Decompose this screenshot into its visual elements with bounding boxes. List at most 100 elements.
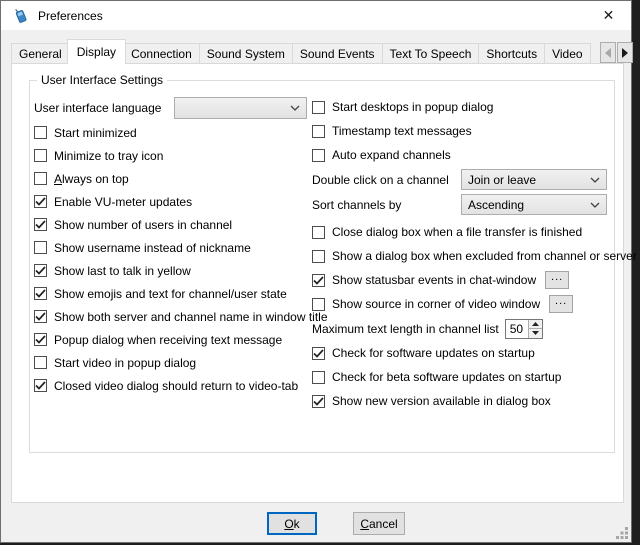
window-title: Preferences: [38, 9, 103, 23]
checkbox[interactable]: [312, 125, 325, 138]
tab-scroll-buttons: [599, 42, 633, 63]
tab[interactable]: Text To Speech: [382, 43, 480, 64]
checkbox-row[interactable]: Close dialog box when a file transfer is…: [312, 220, 627, 244]
checkbox[interactable]: [312, 274, 325, 287]
checkbox[interactable]: [312, 149, 325, 162]
chevron-down-icon: [590, 202, 600, 208]
checkbox-row[interactable]: Show last to talk in yellow: [34, 259, 312, 282]
checkbox-row[interactable]: Closed video dialog should return to vid…: [34, 374, 312, 397]
checkbox-row[interactable]: Show statusbar events in chat-window ...: [312, 268, 627, 292]
arrow-left-icon: [605, 48, 611, 58]
checkbox-row[interactable]: Enable VU-meter updates: [34, 190, 312, 213]
checkbox-row[interactable]: Show username instead of nickname: [34, 236, 312, 259]
checkbox-row[interactable]: Start desktops in popup dialog: [312, 95, 627, 119]
tab[interactable]: Video: [544, 43, 590, 64]
checkbox-row[interactable]: Check for beta software updates on start…: [312, 365, 627, 389]
checkbox-row[interactable]: Always on top: [34, 167, 312, 190]
double-click-row: Double click on a channel Join or leave: [312, 167, 627, 192]
double-click-combobox[interactable]: Join or leave: [461, 169, 607, 190]
tab[interactable]: Sound Events: [292, 43, 383, 64]
checkbox[interactable]: [312, 226, 325, 239]
checkbox[interactable]: [312, 101, 325, 114]
checkbox[interactable]: [34, 241, 47, 254]
checkbox-label: Show username instead of nickname: [54, 241, 251, 255]
tab[interactable]: Display: [67, 39, 126, 64]
checkbox-row[interactable]: Timestamp text messages: [312, 119, 627, 143]
tab-label: Sound Events: [300, 47, 375, 61]
tab[interactable]: Shortcuts: [478, 43, 545, 64]
checkmark-icon: [313, 276, 324, 285]
tab-label: Display: [77, 45, 116, 59]
checkbox-row[interactable]: Show new version available in dialog box: [312, 389, 627, 413]
checkbox-row[interactable]: Popup dialog when receiving text message: [34, 328, 312, 351]
spin-up-button[interactable]: [529, 320, 542, 330]
checkbox[interactable]: [34, 287, 47, 300]
checkbox[interactable]: [312, 250, 325, 263]
checkbox[interactable]: [34, 195, 47, 208]
checkbox[interactable]: [34, 356, 47, 369]
checkbox-label: Closed video dialog should return to vid…: [54, 379, 298, 393]
checkbox-label: Start minimized: [54, 126, 137, 140]
checkbox-label: Start video in popup dialog: [54, 356, 196, 370]
checkbox-label: Always on top: [54, 172, 129, 186]
checkbox-label: Check for beta software updates on start…: [332, 370, 561, 384]
max-text-length-spinbox[interactable]: 50: [505, 319, 543, 339]
tab[interactable]: Connection: [123, 43, 200, 64]
tab-scroll-right-button[interactable]: [617, 42, 633, 63]
language-combobox[interactable]: [174, 97, 307, 119]
ellipsis-button[interactable]: ...: [545, 271, 569, 289]
checkbox[interactable]: [34, 149, 47, 162]
checkbox-row[interactable]: Auto expand channels: [312, 143, 627, 167]
checkbox[interactable]: [312, 298, 325, 311]
sort-channels-combobox[interactable]: Ascending: [461, 194, 607, 215]
sort-channels-row: Sort channels by Ascending: [312, 192, 627, 217]
titlebar[interactable]: Preferences ✕: [1, 1, 631, 30]
checkbox[interactable]: [312, 371, 325, 384]
checkbox-row[interactable]: Check for software updates on startup: [312, 341, 627, 365]
left-checkbox-list: Start minimized Minimize to tray icon Al…: [34, 121, 312, 397]
checkbox-label: Minimize to tray icon: [54, 149, 163, 163]
tab[interactable]: Sound System: [199, 43, 293, 64]
checkbox-row[interactable]: Show a dialog box when excluded from cha…: [312, 244, 627, 268]
checkbox-label: Auto expand channels: [332, 148, 451, 162]
checkmark-icon: [35, 197, 46, 206]
checkbox[interactable]: [34, 218, 47, 231]
checkbox[interactable]: [34, 264, 47, 277]
ok-button[interactable]: Ok: [267, 512, 317, 535]
checkmark-icon: [313, 349, 324, 358]
right-column: Start desktops in popup dialog Timestamp…: [312, 95, 627, 413]
checkbox-row[interactable]: Start minimized: [34, 121, 312, 144]
spin-down-button[interactable]: [529, 329, 542, 338]
checkbox-row[interactable]: Show source in corner of video window ..…: [312, 292, 627, 316]
checkbox[interactable]: [34, 379, 47, 392]
group-title: User Interface Settings: [37, 73, 167, 87]
right-checkbox-list-top: Start desktops in popup dialog Timestamp…: [312, 95, 627, 167]
checkmark-icon: [313, 397, 324, 406]
tab-scroll-left-button[interactable]: [600, 42, 616, 63]
checkbox[interactable]: [34, 310, 47, 323]
checkbox-row[interactable]: Show emojis and text for channel/user st…: [34, 282, 312, 305]
checkbox-row[interactable]: Start video in popup dialog: [34, 351, 312, 374]
checkmark-icon: [35, 266, 46, 275]
checkbox[interactable]: [312, 347, 325, 360]
checkbox-row[interactable]: Show both server and channel name in win…: [34, 305, 312, 328]
ellipsis-button[interactable]: ...: [549, 295, 573, 313]
checkbox[interactable]: [34, 333, 47, 346]
checkbox-label: Show last to talk in yellow: [54, 264, 191, 278]
resize-grip[interactable]: [615, 526, 629, 540]
checkbox-label: Show statusbar events in chat-window: [332, 273, 536, 287]
tab[interactable]: General: [11, 43, 70, 64]
checkbox-row[interactable]: Show number of users in channel: [34, 213, 312, 236]
close-button[interactable]: ✕: [586, 1, 631, 30]
checkbox[interactable]: [312, 395, 325, 408]
checkbox-label: Close dialog box when a file transfer is…: [332, 225, 582, 239]
cancel-button[interactable]: Cancel: [353, 512, 405, 535]
checkbox[interactable]: [34, 126, 47, 139]
triangle-up-icon: [532, 322, 539, 326]
checkbox-label: Timestamp text messages: [332, 124, 472, 138]
checkbox[interactable]: [34, 172, 47, 185]
close-icon: ✕: [603, 7, 615, 24]
arrow-right-icon: [622, 48, 628, 58]
checkbox-label: Enable VU-meter updates: [54, 195, 192, 209]
checkbox-row[interactable]: Minimize to tray icon: [34, 144, 312, 167]
